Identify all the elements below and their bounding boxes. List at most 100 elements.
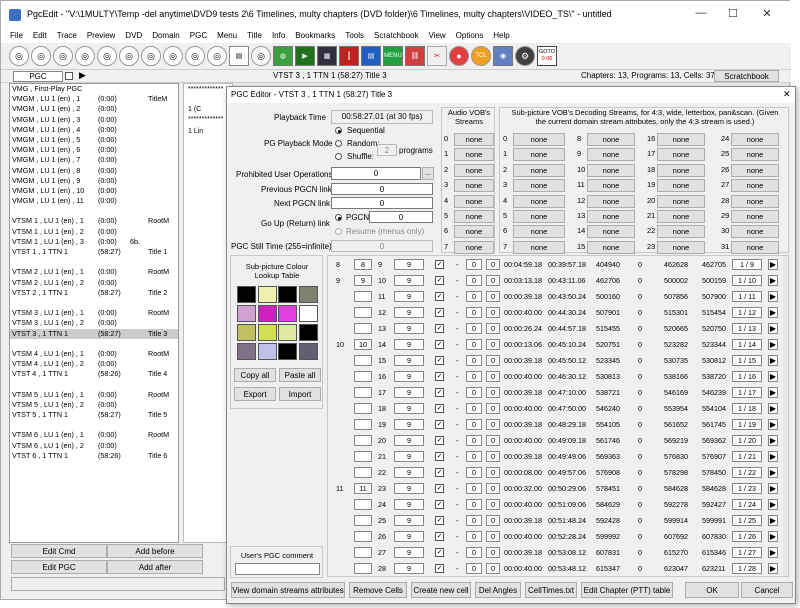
subpicture-stream-button[interactable]: none bbox=[587, 225, 635, 239]
subpicture-stream-button[interactable]: none bbox=[513, 210, 565, 223]
program-number[interactable]: 10 bbox=[354, 339, 372, 350]
clut-swatch[interactable] bbox=[237, 286, 256, 303]
maximize-button[interactable]: ☐ bbox=[723, 7, 743, 21]
close-button[interactable]: ✕ bbox=[757, 7, 777, 21]
menu-options[interactable]: Options bbox=[451, 29, 489, 43]
clut-swatch[interactable] bbox=[278, 286, 297, 303]
angle-b-field[interactable]: 0 bbox=[486, 291, 500, 302]
subpicture-stream-button[interactable]: none bbox=[587, 194, 635, 208]
program-number[interactable] bbox=[354, 451, 372, 462]
cell-play-button[interactable]: ▶ bbox=[768, 355, 778, 366]
export-button[interactable]: Export bbox=[234, 387, 276, 401]
list-item[interactable]: VMGM , LU 1 (en) , 1 (0:00) TitleM bbox=[10, 94, 178, 104]
angle-b-field[interactable]: 0 bbox=[486, 467, 500, 478]
list-item[interactable]: VTSM 4 , LU 1 (en) , 1 (0:00) RootM bbox=[10, 349, 178, 359]
cell-play-button[interactable]: ▶ bbox=[768, 547, 778, 558]
program-number[interactable] bbox=[354, 419, 372, 430]
audio-stream-button[interactable]: none bbox=[454, 240, 494, 254]
sequential-radio[interactable] bbox=[335, 127, 342, 134]
angle-field[interactable]: 0 bbox=[466, 467, 482, 478]
subpicture-stream-button[interactable]: none bbox=[657, 194, 705, 208]
pgcn-radio[interactable] bbox=[335, 214, 342, 221]
minimize-button[interactable]: — bbox=[691, 7, 711, 21]
cell-checkbox[interactable]: ✓ bbox=[435, 260, 444, 269]
menu-view[interactable]: View bbox=[423, 29, 450, 43]
subpicture-stream-button[interactable]: none bbox=[731, 194, 779, 208]
menu-scratchbook[interactable]: Scratchbook bbox=[369, 29, 423, 43]
menu-menu[interactable]: Menu bbox=[212, 29, 242, 43]
angle-field[interactable]: 0 bbox=[466, 307, 482, 318]
vob-id-field[interactable]: 9 bbox=[394, 387, 424, 398]
stack-icon[interactable]: ▤ bbox=[361, 46, 381, 66]
cell-checkbox[interactable]: ✓ bbox=[435, 532, 444, 541]
audio-stream-button[interactable]: none bbox=[454, 179, 494, 193]
vob-id-field[interactable]: 9 bbox=[394, 483, 424, 494]
create-cell-button[interactable]: Create new cell bbox=[411, 582, 471, 598]
dialog-close-button[interactable]: ✕ bbox=[783, 89, 791, 100]
subpicture-stream-button[interactable]: none bbox=[731, 163, 779, 177]
angle-field[interactable]: 0 bbox=[466, 355, 482, 366]
edit-chapter-button[interactable]: Edit Chapter (PTT) table bbox=[581, 582, 673, 598]
film-icon[interactable]: ▦ bbox=[317, 46, 337, 66]
cell-id-field[interactable]: 1 / 22 bbox=[732, 467, 762, 478]
pgc-dropdown[interactable]: PGC bbox=[13, 71, 63, 82]
subpicture-stream-button[interactable]: none bbox=[657, 225, 705, 239]
angle-b-field[interactable]: 0 bbox=[486, 451, 500, 462]
disc-search-icon[interactable]: ◎ bbox=[97, 46, 117, 66]
vob-id-field[interactable]: 9 bbox=[394, 515, 424, 526]
disc-back-icon[interactable]: ◎ bbox=[75, 46, 95, 66]
cell-id-field[interactable]: 1 / 17 bbox=[732, 387, 762, 398]
remove-cells-button[interactable]: Remove Cells bbox=[349, 582, 407, 598]
open-dvd-icon[interactable]: ◎ bbox=[9, 46, 29, 66]
clut-swatch[interactable] bbox=[298, 343, 318, 360]
angle-b-field[interactable]: 0 bbox=[486, 339, 500, 350]
edit-pgc-button[interactable]: Edit PGC bbox=[11, 560, 107, 574]
vob-id-field[interactable]: 9 bbox=[394, 531, 424, 542]
subpicture-stream-button[interactable]: none bbox=[513, 148, 565, 162]
list-item[interactable]: VTST 4 , 1 TTN 1 (58:26) Title 4 bbox=[10, 369, 178, 379]
program-number[interactable] bbox=[354, 371, 372, 382]
disc-pgc-icon[interactable]: ◎ bbox=[251, 46, 271, 66]
cell-id-field[interactable]: 1 / 24 bbox=[732, 499, 762, 510]
angle-b-field[interactable]: 0 bbox=[486, 547, 500, 558]
cell-id-field[interactable]: 1 / 10 bbox=[732, 275, 762, 286]
list-item[interactable]: VMGM , LU 1 (en) , 8 (0:00) bbox=[10, 166, 178, 176]
cell-play-button[interactable]: ▶ bbox=[768, 531, 778, 542]
audio-stream-button[interactable]: none bbox=[454, 133, 494, 146]
cell-checkbox[interactable]: ✓ bbox=[435, 324, 444, 333]
program-number[interactable] bbox=[354, 291, 372, 302]
vob-id-field[interactable]: 9 bbox=[394, 323, 424, 334]
list-item[interactable]: VTSM 6 , LU 1 (en) , 1 (0:00) RootM bbox=[10, 430, 178, 440]
cell-id-field[interactable]: 1 / 18 bbox=[732, 403, 762, 414]
cell-id-field[interactable]: 1 / 21 bbox=[732, 451, 762, 462]
audio-stream-button[interactable]: none bbox=[454, 210, 494, 223]
program-number[interactable] bbox=[354, 547, 372, 558]
subpicture-stream-button[interactable]: none bbox=[587, 163, 635, 177]
bars-icon[interactable]: ║ bbox=[339, 46, 359, 66]
cell-play-button[interactable]: ▶ bbox=[768, 387, 778, 398]
list-item[interactable]: VTSM 2 , LU 1 (en) , 1 (0:00) RootM bbox=[10, 267, 178, 277]
clut-swatch[interactable] bbox=[257, 305, 277, 322]
cell-id-field[interactable]: 1 / 28 bbox=[732, 563, 762, 574]
angle-field[interactable]: 0 bbox=[466, 275, 482, 286]
subpicture-stream-button[interactable]: none bbox=[731, 225, 779, 239]
list-item[interactable]: VTSM 1 , LU 1 (en) , 1 (0:00) RootM bbox=[10, 216, 178, 226]
vob-id-field[interactable]: 9 bbox=[394, 371, 424, 382]
program-number[interactable]: 8 bbox=[354, 259, 372, 270]
play-icon[interactable]: ▶ bbox=[295, 46, 315, 66]
vob-id-field[interactable]: 9 bbox=[394, 259, 424, 270]
angle-field[interactable]: 0 bbox=[466, 499, 482, 510]
cell-id-field[interactable]: 1 / 13 bbox=[732, 323, 762, 334]
pgcn-field[interactable]: 0 bbox=[369, 211, 433, 223]
angle-field[interactable]: 0 bbox=[466, 323, 482, 334]
angle-field[interactable]: 0 bbox=[466, 387, 482, 398]
subpicture-stream-button[interactable]: none bbox=[513, 179, 565, 193]
scratchbook-button[interactable]: Scratchbook bbox=[714, 70, 779, 82]
program-number[interactable] bbox=[354, 531, 372, 542]
angle-field[interactable]: 0 bbox=[466, 531, 482, 542]
document-icon[interactable]: ▤ bbox=[229, 46, 249, 66]
goto-icon[interactable]: GOTO 0 06 bbox=[537, 46, 557, 66]
disc-bookmark-icon[interactable]: ◎ bbox=[119, 46, 139, 66]
cell-play-button[interactable]: ▶ bbox=[768, 419, 778, 430]
menu-title[interactable]: Title bbox=[242, 29, 267, 43]
